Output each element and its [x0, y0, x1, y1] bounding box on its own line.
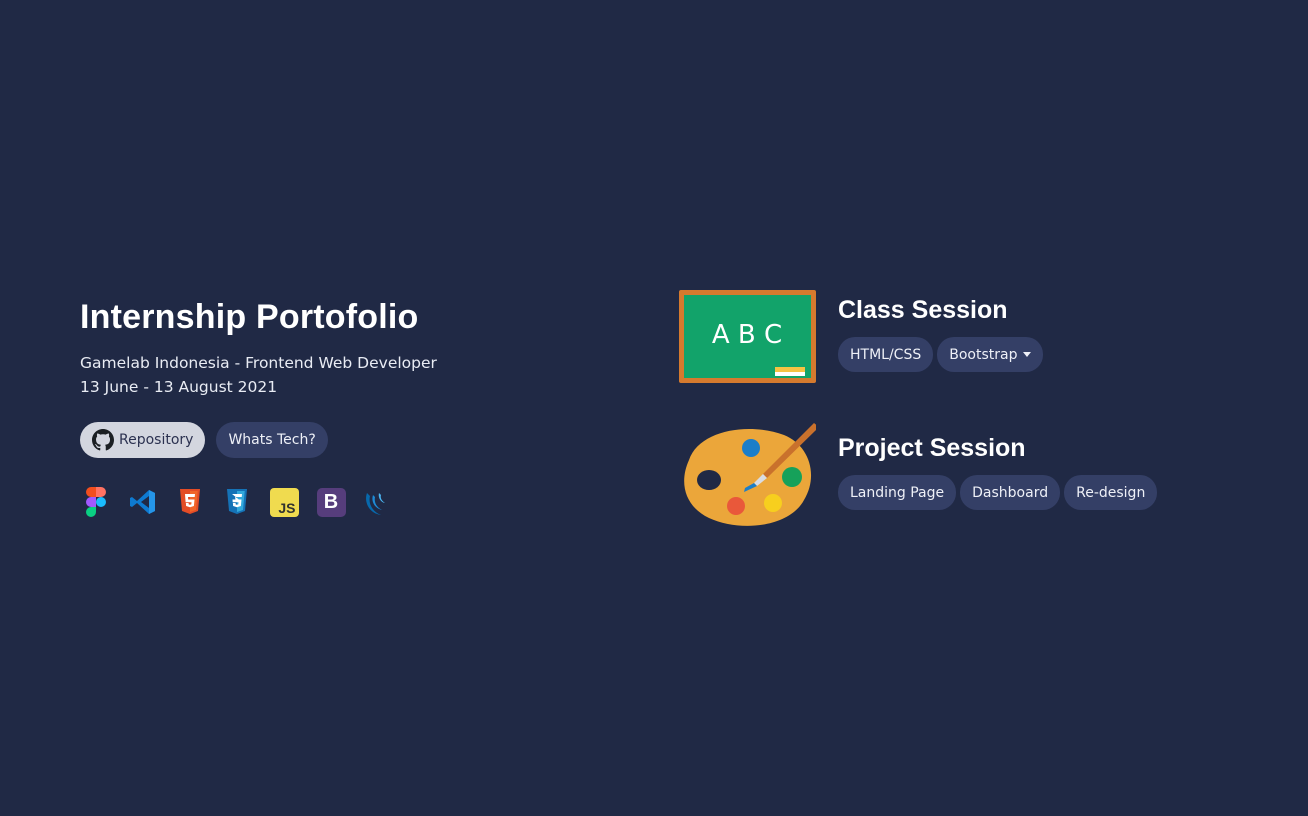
whats-tech-label: Whats Tech?: [228, 432, 316, 448]
javascript-icon: JS: [268, 486, 300, 518]
tag-html-css[interactable]: HTML/CSS: [838, 337, 934, 372]
project-session-title: Project Session: [838, 434, 1026, 462]
tag-label: Re-design: [1076, 484, 1146, 501]
tag-landing-page[interactable]: Landing Page: [838, 475, 957, 510]
project-session: Project Session Landing Page Dashboard R…: [679, 420, 1158, 530]
class-session: A B C Class Session HTML/CSS Bootstrap: [679, 290, 1044, 385]
github-icon: [92, 429, 114, 451]
repository-label: Repository: [119, 432, 194, 448]
figma-icon: [80, 486, 112, 518]
class-session-tags: HTML/CSS Bootstrap: [838, 337, 1044, 372]
tag-label: Dashboard: [972, 484, 1049, 501]
class-session-info: Class Session HTML/CSS Bootstrap: [838, 290, 1044, 372]
chalkboard-text: A B C: [712, 320, 782, 350]
tag-dashboard[interactable]: Dashboard: [960, 475, 1061, 510]
project-session-tags: Landing Page Dashboard Re-design: [838, 475, 1158, 510]
hero-buttons: Repository Whats Tech?: [80, 422, 600, 458]
tag-label: HTML/CSS: [850, 346, 922, 363]
hero-section: Internship Portofolio Gamelab Indonesia …: [80, 298, 600, 518]
tag-label: Landing Page: [850, 484, 945, 501]
bootstrap-icon: B: [315, 486, 347, 518]
tag-re-design[interactable]: Re-design: [1064, 475, 1158, 510]
bootstrap-dropdown[interactable]: Bootstrap: [937, 337, 1044, 372]
company-role: Gamelab Indonesia - Frontend Web Develop…: [80, 354, 437, 372]
internship-dates: 13 June - 13 August 2021: [80, 378, 278, 396]
project-session-info: Project Session Landing Page Dashboard R…: [838, 420, 1158, 510]
caret-down-icon: [1023, 352, 1032, 357]
repository-button[interactable]: Repository: [80, 422, 206, 458]
html5-icon: [174, 486, 206, 518]
bootstrap-icon-text: B: [323, 490, 339, 513]
class-session-title: Class Session: [838, 296, 1008, 324]
css3-icon: [221, 486, 253, 518]
paint-palette-icon: [684, 423, 816, 526]
jquery-icon: [362, 486, 394, 518]
tech-stack: JS B: [80, 486, 600, 518]
whats-tech-button[interactable]: Whats Tech?: [216, 422, 328, 458]
page-title: Internship Portofolio: [80, 298, 419, 336]
hero-subtitle: Gamelab Indonesia - Frontend Web Develop…: [80, 351, 600, 399]
javascript-icon-text: JS: [278, 499, 296, 516]
tag-label: Bootstrap: [949, 346, 1018, 363]
chalkboard-icon: A B C: [679, 290, 816, 383]
vscode-icon: [127, 486, 159, 518]
